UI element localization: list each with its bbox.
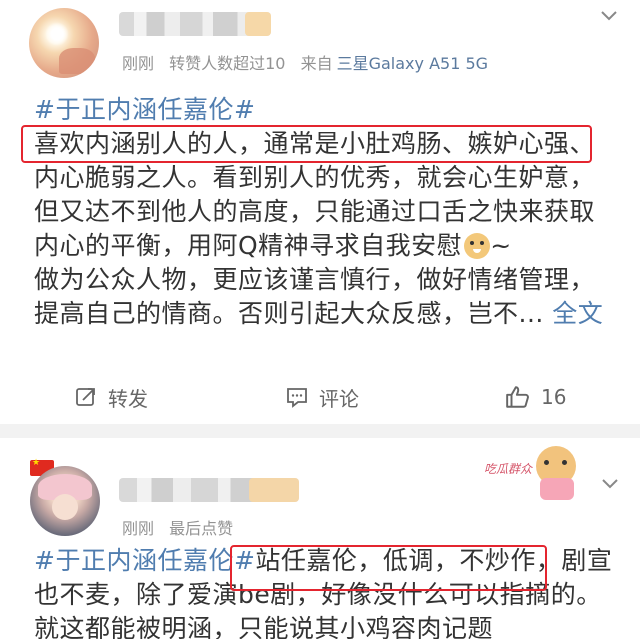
body-line: #于正内涵任嘉伦# (34, 93, 624, 127)
body-line: 就这都能被明涵，只能说其小鸡容肉记题 (34, 614, 494, 639)
repost-button[interactable]: 转发 (74, 382, 148, 412)
repost-info: 转赞人数超过10 (169, 54, 286, 73)
comment-icon (287, 388, 307, 408)
device-link[interactable]: 三星Galaxy A51 5G (337, 54, 488, 73)
thumbs-up-icon (506, 386, 529, 408)
avatar-sun (45, 22, 69, 46)
weibo-post-1: 刚刚 转赞人数超过10 来自 三星Galaxy A51 5G #于正内涵任嘉伦# … (0, 0, 640, 424)
post-time: 刚刚 (122, 54, 155, 73)
blurred-username[interactable] (119, 12, 271, 36)
emoji-tail: ~ (490, 231, 512, 260)
chevron-down-icon[interactable] (600, 10, 617, 26)
like-count: 16 (541, 385, 567, 409)
user-avatar[interactable] (30, 466, 100, 536)
post-time: 刚刚 (122, 519, 155, 538)
user-avatar[interactable] (29, 8, 99, 78)
sticker-decoration: 吃瓜群众 (484, 446, 592, 502)
blurred-username[interactable] (119, 478, 299, 502)
hashtag-link[interactable]: #于正内涵任嘉伦# (34, 95, 255, 124)
weibo-post-2: 吃瓜群众 刚刚 最后点赞 #于正内涵任嘉伦#站任嘉伦，低调，不炒作，剧宣 也不麦… (0, 438, 640, 639)
sticker-body (540, 478, 574, 500)
body-line-text: 提高自己的情商。否则引起大众反感，岂不... (34, 299, 544, 328)
post-meta: 刚刚 最后点赞 (122, 515, 233, 539)
comment-label: 评论 (319, 386, 359, 411)
body-line: 内心脆弱之人。看到别人的优秀，就会心生妒意， (34, 163, 596, 192)
post-separator (0, 424, 640, 438)
source-prefix: 来自 (300, 54, 333, 73)
highlight-box (230, 545, 547, 591)
avatar-face (52, 494, 78, 520)
body-line-text: 内心的平衡，用阿Q精神寻求自我安慰 (34, 231, 463, 260)
hashtag-link[interactable]: #于正内涵任嘉伦# (34, 546, 255, 575)
like-button[interactable]: 16 (505, 382, 566, 412)
avatar-hand (59, 48, 95, 74)
comment-button[interactable]: 评论 (285, 382, 359, 412)
sticker-text: 吃瓜群众 (484, 462, 533, 476)
action-bar: 转发 评论 16 (0, 376, 640, 420)
body-line: 但又达不到他人的高度，只能通过口舌之快来获取 (34, 197, 596, 226)
chevron-down-icon[interactable] (601, 478, 618, 494)
post-status: 最后点赞 (169, 519, 234, 538)
body-line: 做为公众人物，更应该谨言慎行，做好情绪管理， (34, 265, 596, 294)
body-line-emoji: 内心的平衡，用阿Q精神寻求自我安慰 ~ (34, 229, 624, 263)
full-text-link[interactable]: 全文 (552, 299, 603, 328)
repost-icon (76, 388, 95, 406)
repost-label: 转发 (108, 386, 148, 411)
highlight-box (21, 125, 592, 163)
source-label: 来自 三星Galaxy A51 5G (301, 54, 488, 73)
body-line-last: 提高自己的情商。否则引起大众反感，岂不... 全文 (34, 297, 624, 331)
doge-emoji-icon (464, 233, 491, 259)
post-meta: 刚刚 转赞人数超过10 来自 三星Galaxy A51 5G (122, 50, 488, 74)
